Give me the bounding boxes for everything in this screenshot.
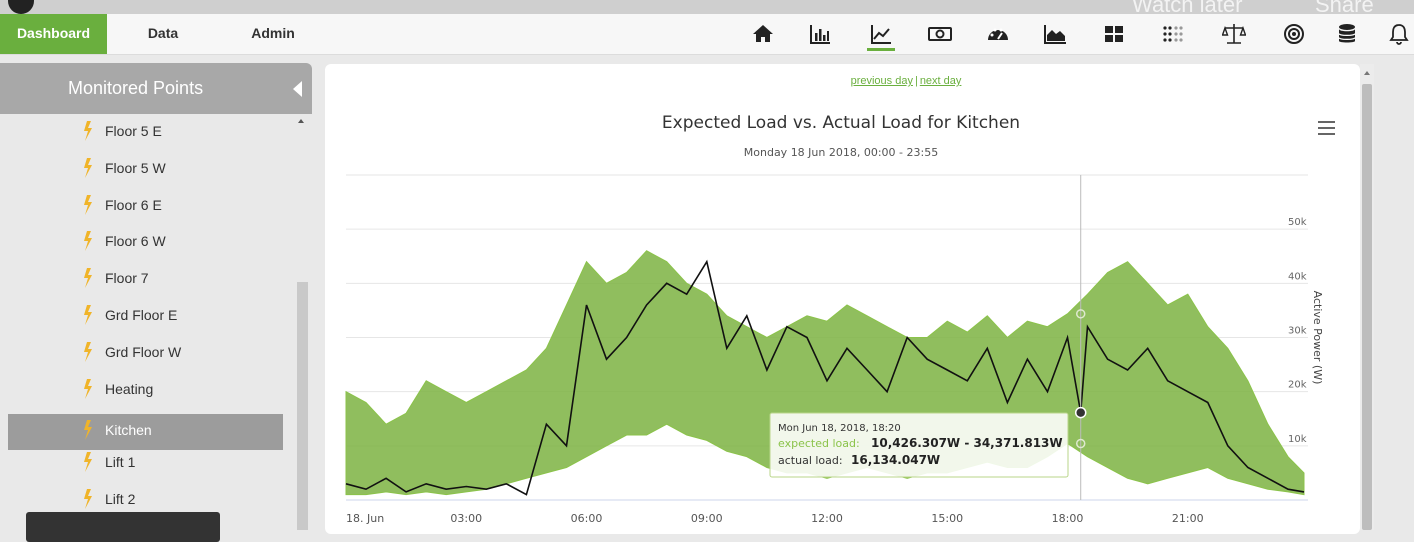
lightning-bolt-icon	[84, 420, 92, 441]
sidebar-item[interactable]: Floor 6 W	[8, 225, 283, 261]
monitored-points-header: Monitored Points	[0, 63, 312, 114]
page-scroll-up-icon[interactable]	[1364, 71, 1370, 75]
x-tick-label: 06:00	[571, 512, 603, 525]
money-icon[interactable]	[922, 14, 958, 54]
day-nav-separator: |	[914, 75, 918, 87]
sidebar-item[interactable]: Floor 5 E	[8, 115, 283, 151]
target-icon[interactable]	[1276, 14, 1312, 54]
sidebar-item-label: Lift 2	[105, 491, 136, 507]
sidebar-item-label: Kitchen	[105, 422, 152, 439]
sidebar: Monitored Points Floor 5 E Floor 5 W Floor…	[0, 55, 318, 530]
sidebar-item-label: Floor 7	[105, 270, 149, 287]
video-overlay-bar: Watch later Share	[0, 0, 1414, 14]
gauge-icon[interactable]	[980, 14, 1016, 54]
tab-dashboard[interactable]: Dashboard	[0, 14, 107, 54]
y-tick-label: 50k	[1288, 217, 1307, 228]
video-tooltip	[26, 512, 220, 542]
chart-subtitle: Monday 18 Jun 2018, 00:00 - 23:55	[743, 146, 939, 159]
sidebar-item-label: Lift 1	[105, 454, 136, 471]
balance-scale-icon[interactable]	[1216, 14, 1252, 54]
sidebar-item-label: Grd Floor W	[105, 343, 182, 360]
x-tick-label: 18. Jun	[346, 512, 384, 525]
bell-icon[interactable]	[1384, 14, 1414, 54]
sidebar-item-label: Floor 5 E	[105, 123, 162, 139]
lightning-bolt-icon	[84, 489, 92, 509]
sidebar-item-label: Grd Floor E	[105, 307, 178, 323]
day-navigation: previous day | next day	[325, 75, 1414, 87]
x-tick-label: 12:00	[811, 512, 843, 525]
x-tick-label: 15:00	[931, 512, 963, 525]
sidebar-item[interactable]: Grd Floor E	[8, 299, 283, 335]
bar-chart-icon[interactable]	[802, 14, 838, 54]
tooltip-actual-label: actual load:	[778, 454, 843, 467]
channel-avatar[interactable]	[8, 0, 34, 14]
tooltip-expected-value: 10,426.307W - 34,371.813W	[871, 436, 1063, 450]
y-tick-label: 40k	[1288, 271, 1307, 282]
line-chart-icon[interactable]	[863, 14, 899, 54]
scroll-up-icon[interactable]	[298, 119, 304, 123]
lightning-bolt-icon	[84, 341, 92, 362]
watch-later-button[interactable]: Watch later	[1132, 0, 1242, 14]
sidebar-item[interactable]: Floor 7	[8, 262, 283, 298]
lightning-bolt-icon	[84, 157, 92, 178]
tab-admin[interactable]: Admin	[236, 14, 310, 54]
next-day-link[interactable]: next day	[920, 75, 962, 87]
y-axis-title: Active Power (W)	[1311, 291, 1324, 385]
load-chart[interactable]: 10k 20k 30k 40k 50k Active Power (W) 18. Jun 03…	[330, 170, 1340, 530]
sidebar-item-label: Heating	[105, 380, 154, 397]
monitored-points-list: Floor 5 E Floor 5 W Floor 6 E Floor 6 W Floo…	[0, 115, 300, 530]
sidebar-item[interactable]: Grd Floor W	[8, 336, 283, 372]
y-tick-label: 10k	[1288, 434, 1307, 445]
tab-data[interactable]: Data	[125, 14, 201, 54]
chart-title: Expected Load vs. Actual Load for Kitche…	[661, 113, 1021, 133]
sidebar-item-label: Floor 6 W	[105, 233, 166, 250]
chart-menu-icon[interactable]	[1318, 121, 1335, 135]
sidebar-item[interactable]: Heating	[8, 373, 283, 409]
y-tick-label: 30k	[1288, 326, 1307, 337]
lightning-bolt-icon	[84, 121, 92, 141]
database-icon[interactable]	[1329, 14, 1365, 54]
collapse-sidebar-icon[interactable]	[293, 81, 302, 97]
sidebar-item[interactable]: Lift 1	[8, 446, 283, 482]
x-tick-label: 21:00	[1172, 512, 1204, 525]
sidebar-item[interactable]: Floor 6 E	[8, 189, 283, 225]
share-button[interactable]: Share	[1315, 0, 1374, 14]
x-tick-label: 18:00	[1052, 512, 1084, 525]
sidebar-item[interactable]: Kitchen	[8, 414, 283, 451]
tooltip-header: Mon Jun 18, 2018, 18:20	[778, 423, 901, 434]
sidebar-title: Monitored Points	[68, 78, 204, 98]
area-chart-icon[interactable]	[1037, 14, 1073, 54]
lightning-bolt-icon	[84, 378, 92, 399]
x-tick-label: 09:00	[691, 512, 723, 525]
sidebar-scrollbar[interactable]	[297, 282, 308, 530]
y-tick-label: 20k	[1288, 380, 1307, 391]
lightning-bolt-icon	[84, 268, 92, 289]
lightning-bolt-icon	[84, 231, 92, 252]
actual-load-marker	[1074, 406, 1087, 419]
dashboard-grid-icon[interactable]	[1096, 14, 1132, 54]
x-tick-label: 03:00	[450, 512, 482, 525]
sidebar-item[interactable]: Floor 5 W	[8, 152, 283, 188]
dot-matrix-icon[interactable]	[1155, 14, 1191, 54]
tooltip-expected-label: expected load:	[778, 437, 860, 450]
lightning-bolt-icon	[84, 452, 92, 473]
home-icon[interactable]	[745, 14, 781, 54]
page-scrollbar-thumb[interactable]	[1362, 84, 1372, 530]
sidebar-item-label: Floor 6 E	[105, 196, 162, 213]
previous-day-link[interactable]: previous day	[851, 75, 913, 87]
lightning-bolt-icon	[84, 305, 92, 325]
top-navigation: Dashboard Data Admin	[0, 14, 1414, 55]
sidebar-item-label: Floor 5 W	[105, 159, 166, 176]
lightning-bolt-icon	[84, 194, 92, 215]
tooltip-actual-value: 16,134.047W	[851, 453, 940, 467]
